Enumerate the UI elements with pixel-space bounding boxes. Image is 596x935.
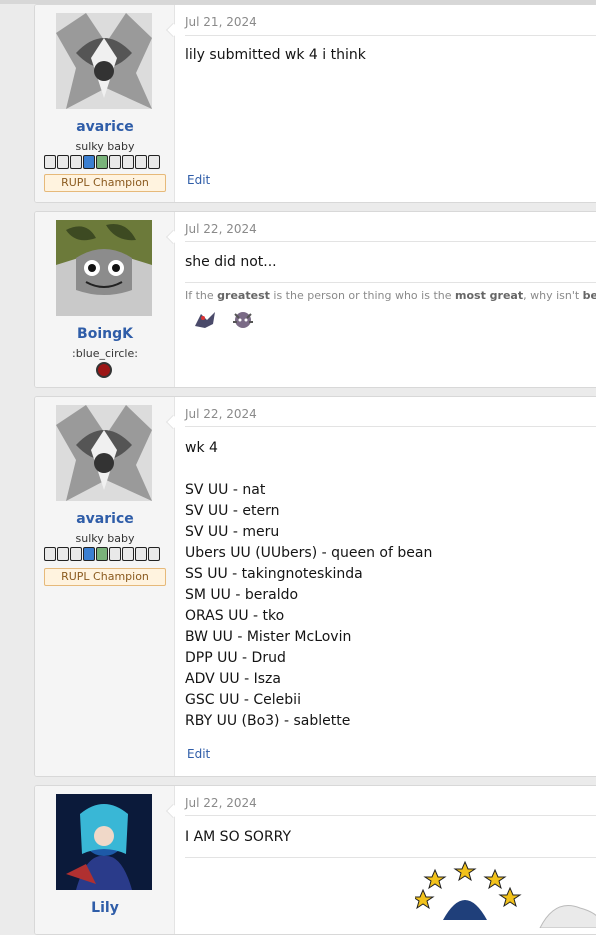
body-line: SS UU - takingnoteskinda <box>185 566 363 582</box>
badge-row <box>44 547 166 561</box>
avatar[interactable] <box>56 13 152 109</box>
body-line: wk 4 <box>185 440 218 456</box>
badge-icon <box>148 155 160 169</box>
user-title: sulky baby <box>75 140 135 153</box>
badge-icon <box>109 547 121 561</box>
username[interactable]: avarice <box>35 511 175 527</box>
post-2: BoingK :blue_circle: Jul 22, 2024 she di… <box>34 211 596 388</box>
post-content: Jul 22, 2024 wk 4 SV UU - nat SV UU - et… <box>185 397 596 776</box>
body-line: RBY UU (Bo3) - sablette <box>185 713 351 729</box>
post-4: Lily Jul 22, 2024 I AM SO SORRY <box>34 785 596 935</box>
user-info: avarice sulky baby RUPL Champion <box>35 5 175 202</box>
post-body: lily submitted wk 4 i think <box>185 47 366 63</box>
body-line: BW UU - Mister McLovin <box>185 629 352 645</box>
avatar[interactable] <box>56 220 152 316</box>
username[interactable]: Lily <box>35 900 175 916</box>
signature-divider <box>185 282 596 283</box>
badge-icon <box>57 155 69 169</box>
post-date[interactable]: Jul 22, 2024 <box>185 407 257 421</box>
divider <box>185 426 596 427</box>
badge-icon <box>44 155 56 169</box>
badge-icon <box>96 547 108 561</box>
badge-icon <box>96 362 112 378</box>
post-body: I AM SO SORRY <box>185 829 292 845</box>
post-date[interactable]: Jul 22, 2024 <box>185 222 257 236</box>
body-line: Ubers UU (UUbers) - queen of bean <box>185 545 433 561</box>
badge-icon <box>122 155 134 169</box>
body-line: SV UU - etern <box>185 503 280 519</box>
badge-icon <box>148 547 160 561</box>
badge-icon <box>135 155 147 169</box>
body-line: SV UU - meru <box>185 524 280 540</box>
username[interactable]: BoingK <box>35 326 175 342</box>
avatar[interactable] <box>56 794 152 890</box>
post-content: Jul 21, 2024 lily submitted wk 4 i think… <box>185 5 596 202</box>
sprite-icon <box>195 312 215 328</box>
divider <box>185 815 596 816</box>
body-line: GSC UU - Celebii <box>185 692 301 708</box>
badge-icon <box>109 155 121 169</box>
user-title: :blue_circle: <box>72 347 138 360</box>
body-line: ADV UU - Isza <box>185 671 281 687</box>
post-1: avarice sulky baby RUPL Champion Jul 21,… <box>34 4 596 203</box>
user-banner: RUPL Champion <box>44 568 166 586</box>
post-3: avarice sulky baby RUPL Champion Jul 22,… <box>34 396 596 777</box>
sprite-icon <box>233 312 253 328</box>
divider <box>185 35 596 36</box>
badge-icon <box>44 547 56 561</box>
badge-icon <box>70 155 82 169</box>
body-line <box>185 459 595 480</box>
sprite-icon <box>539 905 596 928</box>
badge-icon <box>70 547 82 561</box>
body-line: SM UU - beraldo <box>185 587 299 603</box>
badge-icon <box>83 155 95 169</box>
user-info: Lily <box>35 786 175 934</box>
badge-icon <box>96 155 108 169</box>
badge-icon <box>83 547 95 561</box>
divider <box>185 241 596 242</box>
post-date[interactable]: Jul 22, 2024 <box>185 796 257 810</box>
user-title: sulky baby <box>75 532 135 545</box>
avatar[interactable] <box>56 405 152 501</box>
body-line: SV UU - nat <box>185 482 266 498</box>
post-content: Jul 22, 2024 I AM SO SORRY <box>185 786 596 934</box>
user-info: BoingK :blue_circle: <box>35 212 175 387</box>
badge-icon <box>135 547 147 561</box>
signature-divider <box>185 857 596 858</box>
username[interactable]: avarice <box>35 119 175 135</box>
sprite-icon <box>415 860 522 920</box>
badge-icon <box>122 547 134 561</box>
post-body: wk 4 SV UU - nat SV UU - etern SV UU - m… <box>185 438 595 732</box>
user-banner: RUPL Champion <box>44 174 166 192</box>
body-line: DPP UU - Drud <box>185 650 286 666</box>
signature: If the greatest is the person or thing w… <box>185 289 596 302</box>
badge-icon <box>57 547 69 561</box>
post-date[interactable]: Jul 21, 2024 <box>185 15 257 29</box>
post-body: she did not... <box>185 254 277 270</box>
edit-link[interactable]: Edit <box>187 173 210 187</box>
body-line: ORAS UU - tko <box>185 608 285 624</box>
badge-row <box>44 155 166 169</box>
edit-link[interactable]: Edit <box>187 747 210 761</box>
user-info: avarice sulky baby RUPL Champion <box>35 397 175 776</box>
post-content: Jul 22, 2024 she did not... If the great… <box>185 212 596 387</box>
